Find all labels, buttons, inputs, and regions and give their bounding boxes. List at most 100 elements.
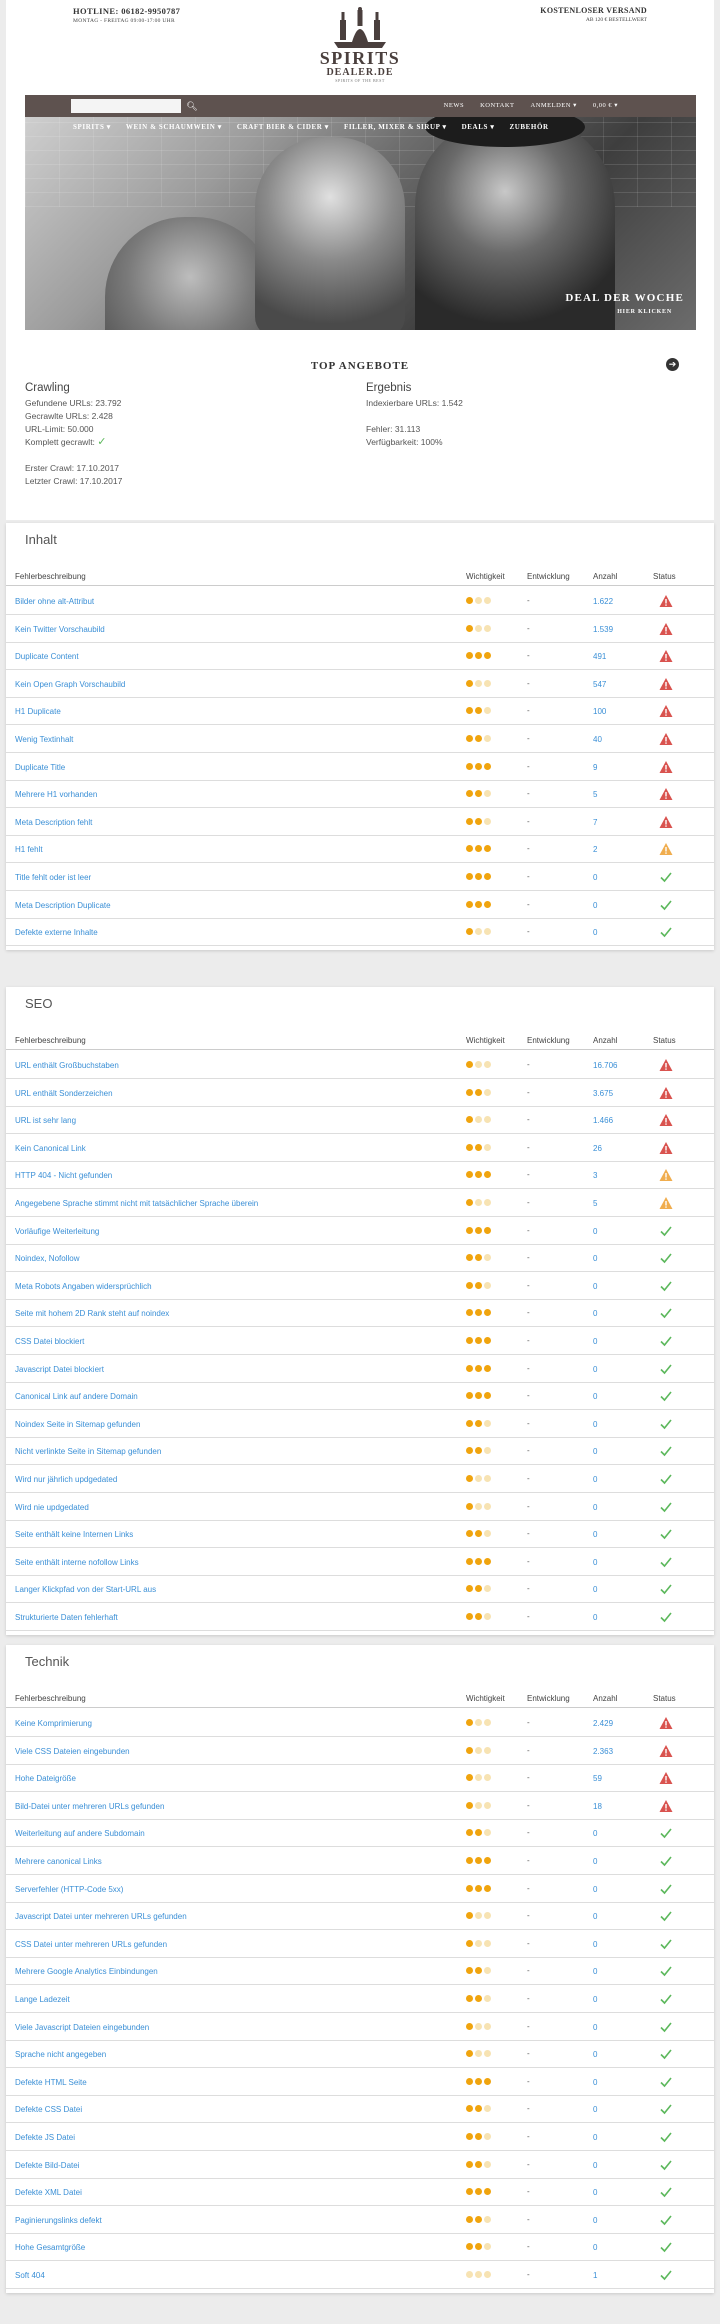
count-link[interactable]: 0 (593, 1829, 597, 1838)
count-link[interactable]: 9 (593, 763, 597, 772)
issue-link[interactable]: HTTP 404 - Nicht gefunden (15, 1171, 112, 1180)
header-entwicklung[interactable]: Entwicklung (527, 1694, 570, 1703)
hero-banner[interactable]: SPIRITS ▾ WEIN & SCHAUMWEIN ▾ CRAFT BIER… (25, 117, 696, 330)
issue-link[interactable]: Meta Description Duplicate (15, 901, 111, 910)
issue-link[interactable]: Kein Twitter Vorschaubild (15, 625, 105, 634)
cat-filler[interactable]: FILLER, MIXER & SIRUP ▾ (344, 123, 447, 131)
header-status[interactable]: Status (653, 1036, 676, 1045)
count-link[interactable]: 0 (593, 1337, 597, 1346)
issue-link[interactable]: Langer Klickpfad von der Start-URL aus (15, 1585, 156, 1594)
count-link[interactable]: 0 (593, 2188, 597, 2197)
issue-link[interactable]: Defekte Bild-Datei (15, 2161, 79, 2170)
count-link[interactable]: 0 (593, 2105, 597, 2114)
count-link[interactable]: 0 (593, 1420, 597, 1429)
issue-link[interactable]: URL enthält Großbuchstaben (15, 1061, 119, 1070)
issue-link[interactable]: Bild-Datei unter mehreren URLs gefunden (15, 1802, 164, 1811)
issue-link[interactable]: Noindex, Nofollow (15, 1254, 79, 1263)
cat-zubehoer[interactable]: ZUBEHÖR (509, 123, 548, 131)
count-link[interactable]: 1.466 (593, 1116, 613, 1125)
count-link[interactable]: 2 (593, 845, 597, 854)
issue-link[interactable]: Defekte CSS Datei (15, 2105, 82, 2114)
header-fehlerbeschreibung[interactable]: Fehlerbeschreibung (15, 1036, 86, 1045)
issue-link[interactable]: Kein Canonical Link (15, 1144, 86, 1153)
nav-kontakt[interactable]: KONTAKT (472, 95, 522, 117)
count-link[interactable]: 0 (593, 2078, 597, 2087)
header-entwicklung[interactable]: Entwicklung (527, 1036, 570, 1045)
issue-link[interactable]: Meta Description fehlt (15, 818, 92, 827)
issue-link[interactable]: Hohe Dateigröße (15, 1774, 76, 1783)
issue-link[interactable]: Defekte HTML Seite (15, 2078, 87, 2087)
header-entwicklung[interactable]: Entwicklung (527, 572, 570, 581)
count-link[interactable]: 0 (593, 1558, 597, 1567)
issue-link[interactable]: Viele Javascript Dateien eingebunden (15, 2023, 149, 2032)
issue-link[interactable]: Mehrere canonical Links (15, 1857, 102, 1866)
search-input[interactable] (71, 99, 181, 113)
logo[interactable]: SPIRITS DEALER.DE SPIRITS OF THE BEST (300, 6, 420, 88)
issue-link[interactable]: Noindex Seite in Sitemap gefunden (15, 1420, 140, 1429)
issue-link[interactable]: Lange Ladezeit (15, 1995, 70, 2004)
issue-link[interactable]: H1 Duplicate (15, 707, 61, 716)
issue-link[interactable]: Serverfehler (HTTP-Code 5xx) (15, 1885, 123, 1894)
header-anzahl[interactable]: Anzahl (593, 1036, 617, 1045)
count-link[interactable]: 0 (593, 1309, 597, 1318)
count-link[interactable]: 0 (593, 2161, 597, 2170)
count-link[interactable]: 40 (593, 735, 602, 744)
issue-link[interactable]: Wenig Textinhalt (15, 735, 73, 744)
issue-link[interactable]: Strukturierte Daten fehlerhaft (15, 1613, 118, 1622)
count-link[interactable]: 0 (593, 2050, 597, 2059)
issue-link[interactable]: H1 fehlt (15, 845, 43, 854)
issue-link[interactable]: Defekte JS Datei (15, 2133, 75, 2142)
issue-link[interactable]: Bilder ohne alt-Attribut (15, 597, 94, 606)
header-status[interactable]: Status (653, 1694, 676, 1703)
header-status[interactable]: Status (653, 572, 676, 581)
count-link[interactable]: 0 (593, 1530, 597, 1539)
issue-link[interactable]: Defekte externe Inhalte (15, 928, 98, 937)
header-wichtigkeit[interactable]: Wichtigkeit (466, 1694, 505, 1703)
issue-link[interactable]: Nicht verlinkte Seite in Sitemap gefunde… (15, 1447, 161, 1456)
issue-link[interactable]: Mehrere H1 vorhanden (15, 790, 97, 799)
issue-link[interactable]: Duplicate Content (15, 652, 79, 661)
search-icon[interactable]: 🔍︎ (185, 99, 199, 113)
count-link[interactable]: 0 (593, 1613, 597, 1622)
issue-link[interactable]: URL enthält Sonderzeichen (15, 1089, 113, 1098)
count-link[interactable]: 100 (593, 707, 606, 716)
count-link[interactable]: 0 (593, 1503, 597, 1512)
count-link[interactable]: 0 (593, 1912, 597, 1921)
header-wichtigkeit[interactable]: Wichtigkeit (466, 1036, 505, 1045)
issue-link[interactable]: Defekte XML Datei (15, 2188, 82, 2197)
issue-link[interactable]: Seite enthält keine Internen Links (15, 1530, 133, 1539)
count-link[interactable]: 0 (593, 901, 597, 910)
cat-wein[interactable]: WEIN & SCHAUMWEIN ▾ (126, 123, 222, 131)
issue-link[interactable]: Sprache nicht angegeben (15, 2050, 106, 2059)
issue-link[interactable]: URL ist sehr lang (15, 1116, 76, 1125)
header-fehlerbeschreibung[interactable]: Fehlerbeschreibung (15, 1694, 86, 1703)
count-link[interactable]: 1.622 (593, 597, 613, 606)
issue-link[interactable]: Seite mit hohem 2D Rank steht auf noinde… (15, 1309, 169, 1318)
count-link[interactable]: 0 (593, 2023, 597, 2032)
count-link[interactable]: 7 (593, 818, 597, 827)
issue-link[interactable]: Canonical Link auf andere Domain (15, 1392, 138, 1401)
issue-link[interactable]: Hohe Gesamtgröße (15, 2243, 85, 2252)
issue-link[interactable]: Wird nur jährlich updgedated (15, 1475, 117, 1484)
count-link[interactable]: 2.429 (593, 1719, 613, 1728)
issue-link[interactable]: Title fehlt oder ist leer (15, 873, 91, 882)
deal-link[interactable]: HIER KLICKEN (565, 309, 672, 315)
nav-cart[interactable]: 0,00 € ▾ (585, 95, 626, 117)
count-link[interactable]: 1 (593, 2271, 597, 2280)
issue-link[interactable]: CSS Datei unter mehreren URLs gefunden (15, 1940, 167, 1949)
issue-link[interactable]: Vorläufige Weiterleitung (15, 1227, 99, 1236)
cat-spirits[interactable]: SPIRITS ▾ (73, 123, 111, 131)
header-wichtigkeit[interactable]: Wichtigkeit (466, 572, 505, 581)
nav-anmelden[interactable]: ANMELDEN ▾ (523, 95, 585, 117)
nav-news[interactable]: NEWS (436, 95, 472, 117)
count-link[interactable]: 0 (593, 1447, 597, 1456)
count-link[interactable]: 0 (593, 1475, 597, 1484)
issue-link[interactable]: Javascript Datei blockiert (15, 1365, 104, 1374)
deal-of-week[interactable]: DEAL DER WOCHE HIER KLICKEN (565, 292, 684, 315)
count-link[interactable]: 0 (593, 1885, 597, 1894)
issue-link[interactable]: Weiterleitung auf andere Subdomain (15, 1829, 145, 1838)
count-link[interactable]: 0 (593, 1392, 597, 1401)
count-link[interactable]: 0 (593, 2243, 597, 2252)
cat-deals[interactable]: DEALS ▾ (462, 123, 495, 131)
issue-link[interactable]: Mehrere Google Analytics Einbindungen (15, 1967, 158, 1976)
